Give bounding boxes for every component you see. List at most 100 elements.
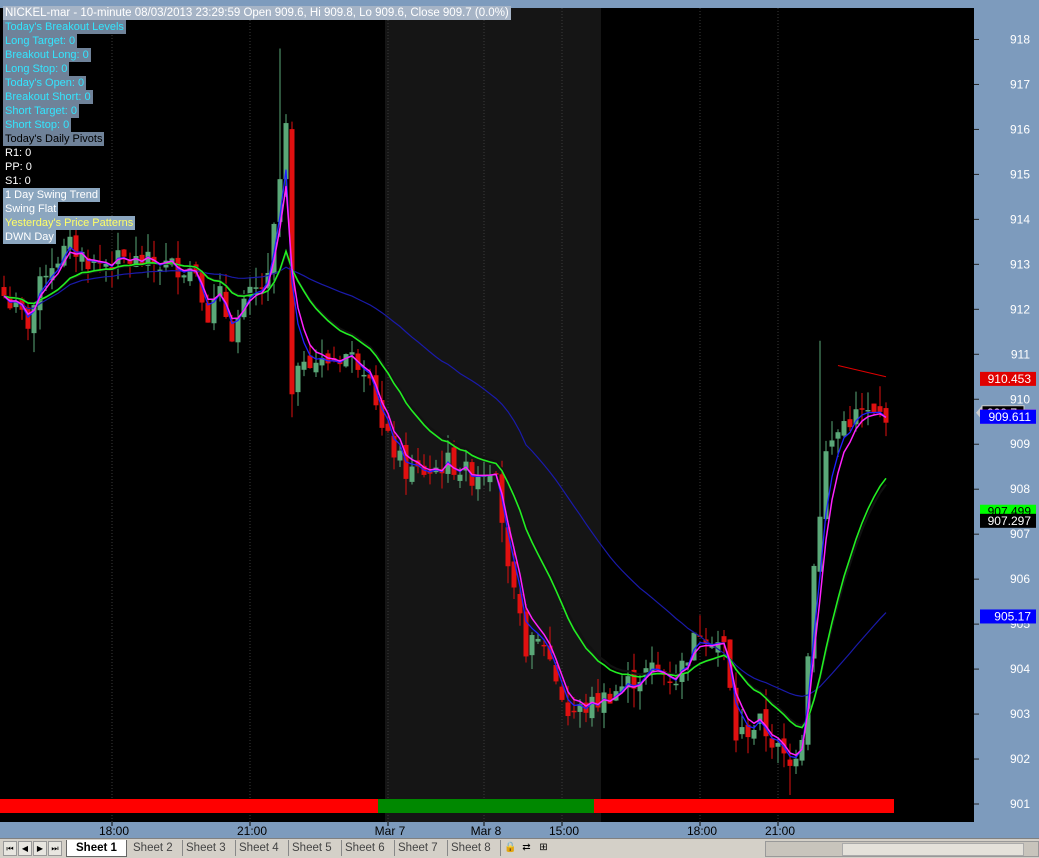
todays-open: Today's Open: 0 [3, 76, 87, 90]
price-tick-label: 903 [1010, 707, 1030, 721]
price-tick-label: 915 [1010, 167, 1030, 181]
zoom-icon[interactable]: ⊞ [537, 841, 550, 854]
pivots-header: Today's Daily Pivots [3, 132, 105, 146]
candle-body [475, 476, 481, 490]
tab-sheet-2[interactable]: Sheet 2 [124, 840, 183, 856]
tab-sheet-3[interactable]: Sheet 3 [177, 840, 236, 856]
time-tick-label: Mar 8 [471, 824, 502, 838]
price-tick-label: 911 [1011, 347, 1030, 361]
pivot-s1: S1: 0 [5, 175, 31, 187]
tab-sheet-1[interactable]: Sheet 1 [66, 840, 127, 857]
candle-body [829, 440, 835, 447]
candle-body [607, 693, 613, 704]
candle-body [529, 635, 535, 656]
candle-body [835, 432, 841, 439]
breakout-header: Today's Breakout Levels [3, 20, 126, 34]
price-label-text: 905.17 [994, 609, 1031, 623]
candle-body [787, 759, 793, 766]
price-label-text: 910.453 [988, 372, 1032, 386]
candle-body [769, 738, 775, 748]
chart-title: NICKEL-mar - 10-minute 08/03/2013 23:29:… [3, 6, 511, 20]
long-target: Long Target: 0 [3, 34, 78, 48]
candle-body [877, 406, 883, 412]
candle-body [775, 742, 781, 747]
prev-sheet-button[interactable]: ◀ [18, 841, 32, 856]
price-tick-label: 917 [1010, 77, 1030, 91]
price-tick-label: 906 [1010, 572, 1030, 586]
scrollbar-thumb[interactable] [842, 843, 1024, 856]
price-tick-label: 901 [1010, 797, 1030, 811]
time-tick-label: Mar 7 [375, 824, 406, 838]
candle-body [397, 450, 403, 461]
candle-body [589, 696, 595, 719]
indicator-overlay: NICKEL-mar - 10-minute 08/03/2013 23:29:… [3, 6, 511, 244]
time-tick-label: 15:00 [549, 824, 579, 838]
candle-body [865, 410, 871, 412]
candle-body [121, 249, 127, 257]
candle-body [1, 287, 7, 297]
chart-window: 918 917 916 915 914 913 912 911 910 909 908 907 906 9… [0, 0, 1039, 858]
candle-body [847, 419, 853, 428]
lock-icon[interactable]: 🔒 [504, 841, 517, 854]
tab-sheet-4[interactable]: Sheet 4 [230, 840, 289, 856]
tab-sheet-7[interactable]: Sheet 7 [389, 840, 448, 856]
swing-header: 1 Day Swing Trend [3, 188, 100, 202]
tab-sheet-5[interactable]: Sheet 5 [283, 840, 342, 856]
candle-body [409, 466, 415, 482]
first-sheet-button[interactable]: ⏮ [3, 841, 17, 856]
price-tick-label: 914 [1010, 212, 1030, 226]
time-tick-label: 21:00 [765, 824, 795, 838]
short-target: Short Target: 0 [3, 104, 79, 118]
breakout-long: Breakout Long: 0 [3, 48, 91, 62]
scroll-sync-icon[interactable]: ⇄ [520, 841, 533, 854]
time-tick-label: 18:00 [99, 824, 129, 838]
swing-value: Swing Flat [3, 202, 59, 216]
candle-body [565, 702, 571, 717]
next-sheet-button[interactable]: ▶ [33, 841, 47, 856]
candle-body [349, 352, 355, 355]
candle-body [667, 681, 673, 683]
horizontal-scrollbar[interactable] [765, 841, 1039, 857]
price-tick-label: 902 [1010, 752, 1030, 766]
price-tick-label: 916 [1010, 122, 1030, 136]
price-tick-label: 904 [1010, 662, 1030, 676]
tab-sheet-6[interactable]: Sheet 6 [336, 840, 395, 856]
candle-body [673, 683, 679, 686]
price-tick-label: 918 [1010, 32, 1030, 46]
price-tick-label: 910 [1010, 392, 1030, 406]
patterns-header: Yesterday's Price Patterns [3, 216, 136, 230]
candle-body [541, 644, 547, 647]
candle-body [457, 474, 463, 481]
long-stop: Long Stop: 0 [3, 62, 70, 76]
candle-body [307, 355, 313, 369]
candle-body [205, 302, 211, 323]
time-tick-label: 21:00 [237, 824, 267, 838]
candle-body [655, 664, 661, 670]
pivot-pp: PP: 0 [5, 161, 32, 173]
price-label-text: 907.297 [988, 514, 1032, 528]
candle-body [859, 408, 865, 410]
last-sheet-button[interactable]: ⏭ [48, 841, 62, 856]
candle-body [295, 365, 301, 393]
price-tick-label: 908 [1010, 482, 1030, 496]
candle-body [721, 636, 727, 643]
candle-body [43, 275, 49, 278]
candle-body [253, 287, 259, 289]
breakout-short: Breakout Short: 0 [3, 90, 93, 104]
pivot-r1: R1: 0 [5, 147, 32, 159]
candle-body [229, 321, 235, 342]
pattern-value: DWN Day [3, 230, 56, 244]
candle-body [181, 275, 187, 278]
tab-sheet-8[interactable]: Sheet 8 [442, 840, 501, 856]
candle-body [871, 403, 877, 413]
short-stop: Short Stop: 0 [3, 118, 72, 132]
candle-body [571, 710, 577, 713]
trend-bar-segment [594, 799, 894, 813]
candle-body [361, 374, 367, 377]
candle-body [535, 638, 541, 642]
price-tick-label: 912 [1010, 302, 1030, 316]
candle-body [451, 447, 457, 475]
time-tick-label: 18:00 [687, 824, 717, 838]
price-tick-label: 913 [1010, 257, 1030, 271]
candle-body [301, 361, 307, 370]
